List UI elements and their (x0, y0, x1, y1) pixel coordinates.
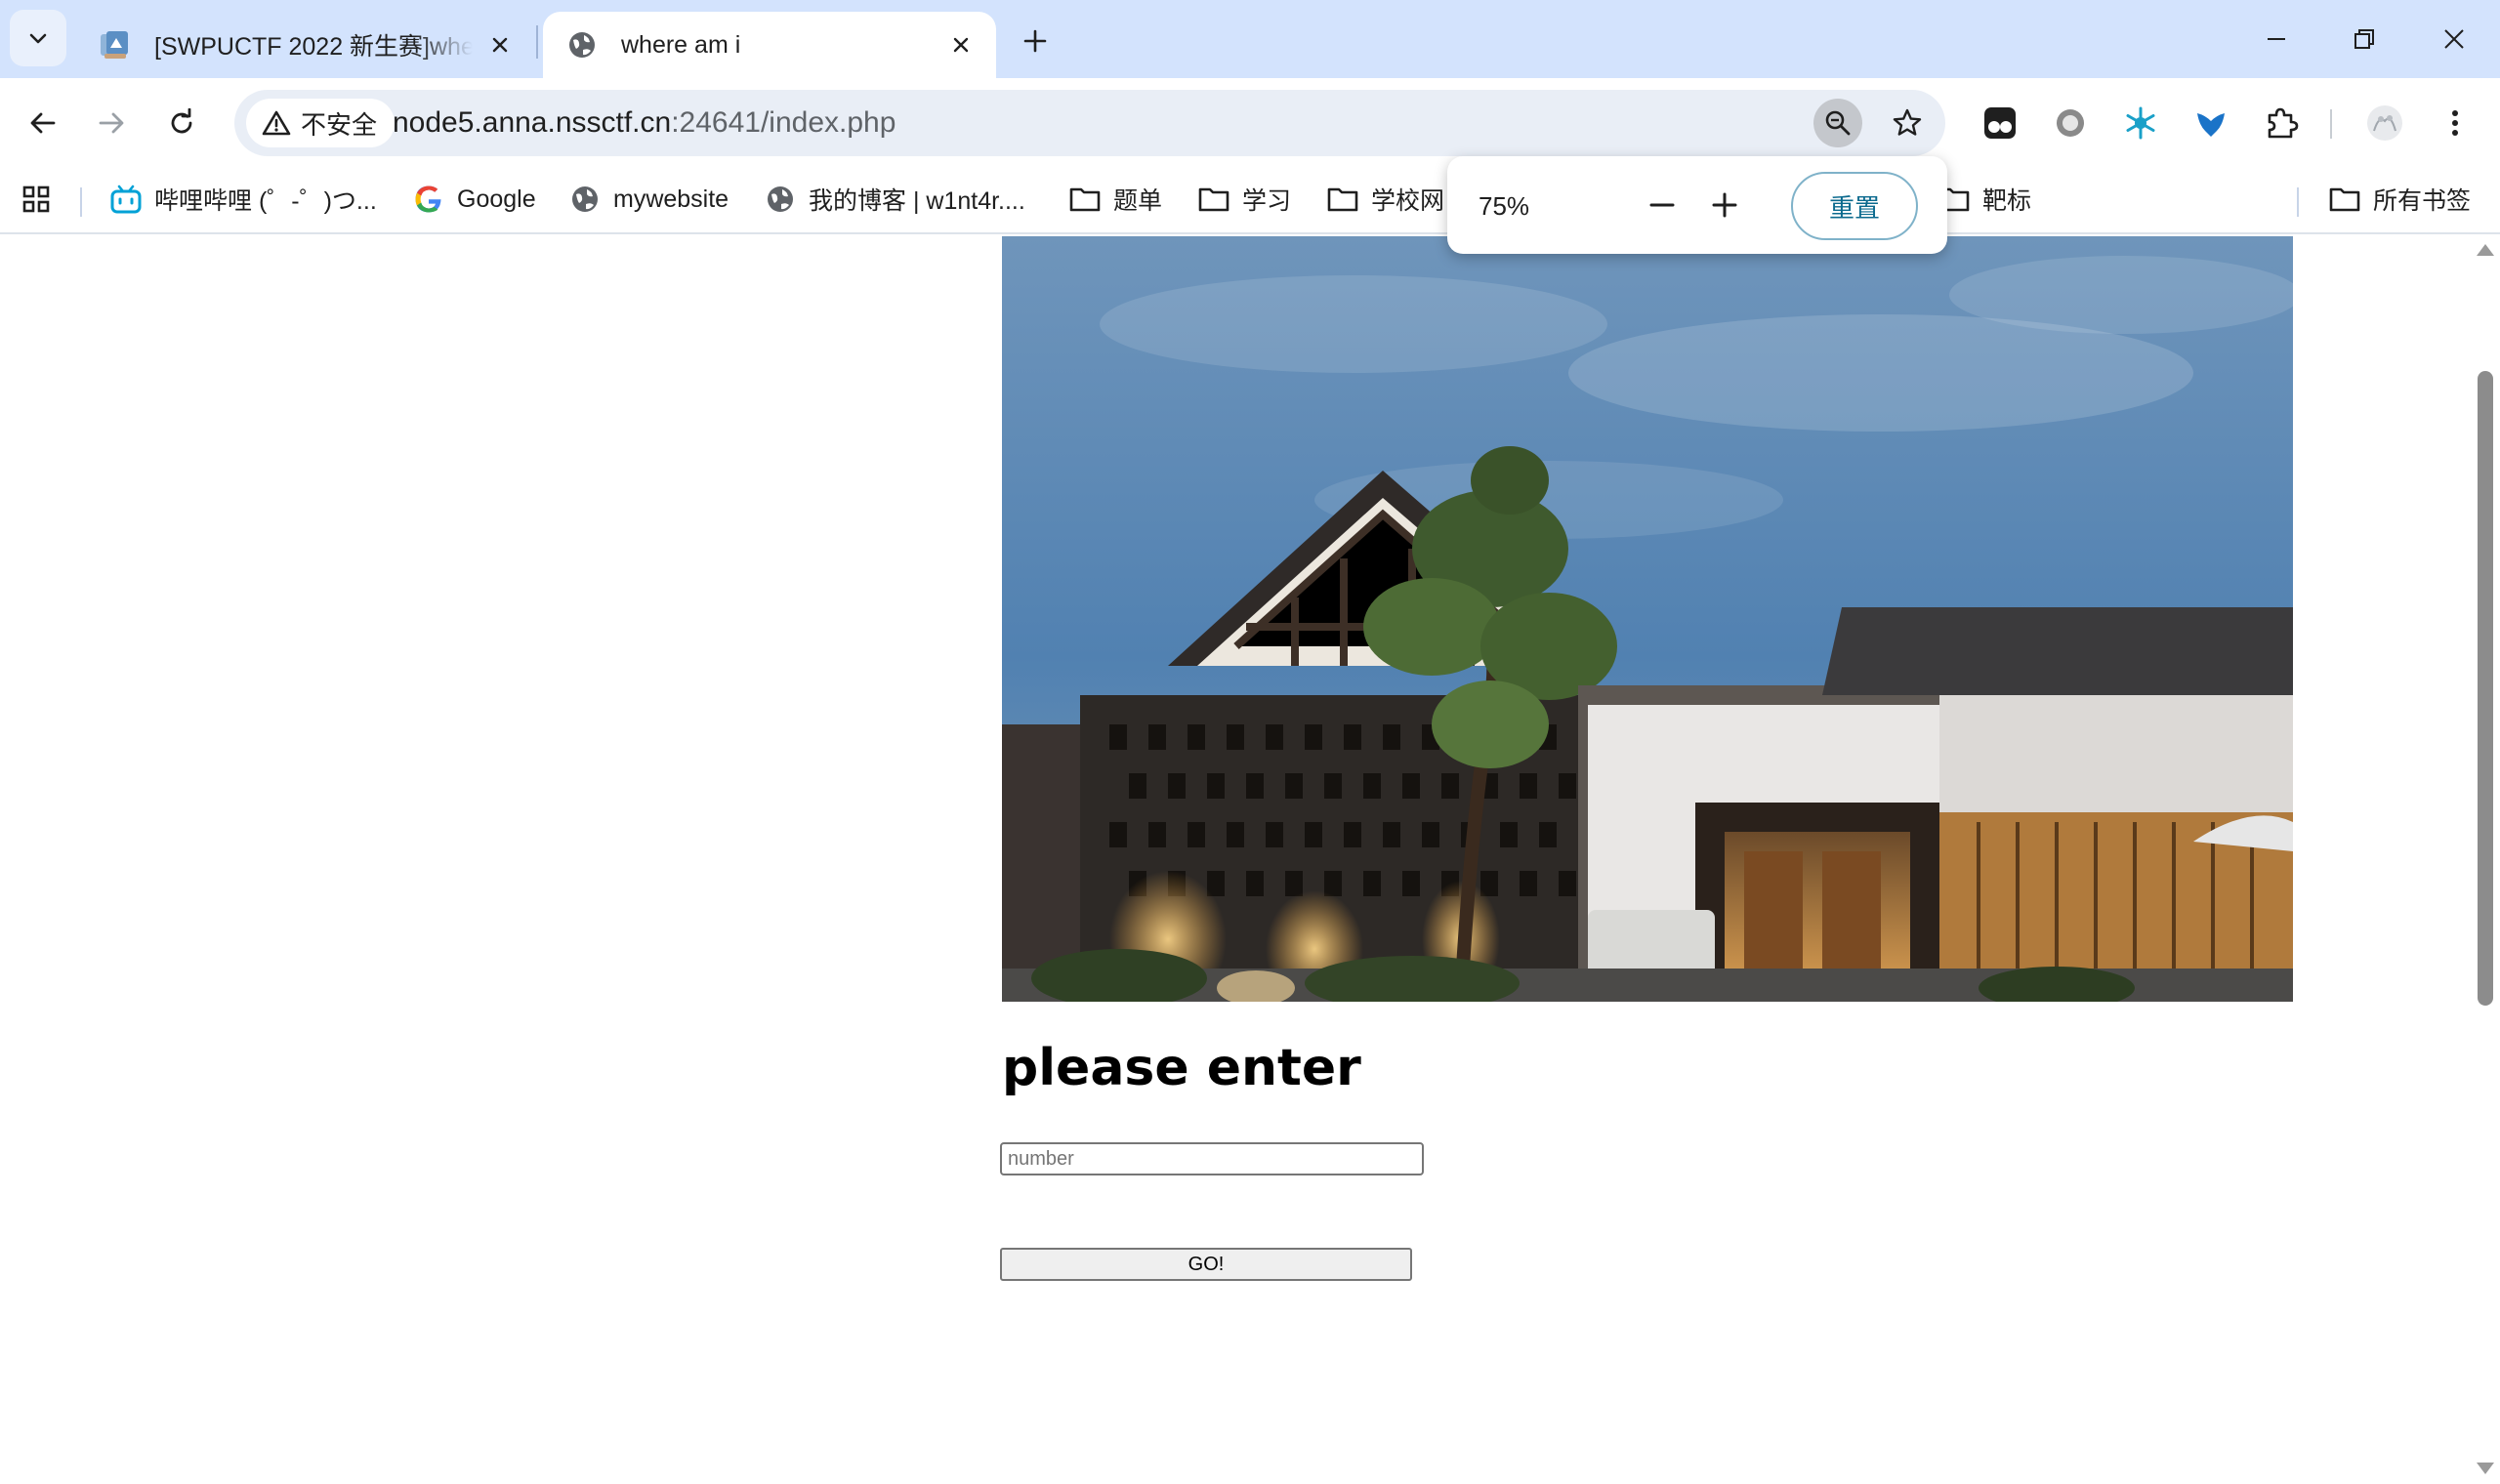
extension-tampermonkey[interactable] (1975, 98, 2025, 148)
extension-snowflake[interactable] (2115, 98, 2166, 148)
zoom-in-button[interactable] (1699, 180, 1750, 230)
chevron-down-icon (29, 33, 47, 44)
restore-icon (2354, 29, 2374, 49)
minimize-icon (2268, 38, 2285, 40)
circle-extension-icon (2057, 109, 2084, 137)
scroll-down-arrow-icon[interactable] (2477, 1463, 2494, 1474)
number-input[interactable] (1000, 1142, 1424, 1175)
extension-blue-bird[interactable] (2186, 98, 2236, 148)
restore-button[interactable] (2330, 12, 2398, 66)
snowflake-icon (2126, 106, 2155, 140)
globe-icon (568, 183, 602, 216)
apps-grid-icon (20, 183, 53, 216)
arrow-left-icon (30, 112, 56, 134)
bookmark-label: 学习 (1242, 187, 1292, 215)
tab-title: [SWPUCTF 2022 新生赛]where am i (154, 33, 473, 61)
folder-icon (2328, 183, 2361, 216)
profile-avatar[interactable] (2359, 98, 2410, 148)
apps-button[interactable] (20, 178, 64, 221)
scrollbar-thumb[interactable] (2478, 371, 2493, 1006)
bird-icon (2197, 113, 2225, 137)
bookmark-blog[interactable]: 我的博客 | w1nt4r.... (764, 178, 1025, 221)
toolbar-divider (2330, 109, 2332, 139)
nssctf-icon (98, 27, 133, 62)
zoom-out-icon (1825, 110, 1851, 136)
google-icon (412, 183, 445, 216)
bookmark-folder-xuexi[interactable]: 学习 (1197, 178, 1291, 221)
bookmark-label: 哔哩哔哩 (゜-゜)つ... (154, 187, 377, 215)
bookmark-folder-babiao[interactable]: 靶标 (1938, 178, 2031, 221)
bookmarks-bar: 哔哩哔哩 (゜-゜)つ... Google mywebsite 我的博客 | w… (0, 168, 2500, 234)
go-button[interactable]: GO! (1000, 1248, 1412, 1281)
new-tab-button[interactable] (1012, 18, 1059, 64)
extensions-button[interactable] (2256, 98, 2307, 148)
more-vert-icon (2452, 110, 2458, 136)
close-icon[interactable] (945, 29, 977, 61)
bookmark-bilibili[interactable]: 哔哩哔哩 (゜-゜)つ... (109, 178, 377, 221)
toolbar: 不安全 node5.anna.nssctf.cn:24641/index.php (0, 78, 2500, 168)
tab-search-button[interactable] (10, 10, 66, 66)
security-label: 不安全 (301, 109, 378, 140)
bookmark-label: 题单 (1113, 187, 1163, 215)
all-bookmarks-label: 所有书签 (2373, 187, 2472, 215)
forward-button[interactable] (84, 96, 139, 150)
zoom-percent: 75% (1479, 191, 1530, 221)
bookmark-star-button[interactable] (1883, 99, 1932, 147)
extension-circle[interactable] (2045, 98, 2096, 148)
puzzle-icon (2268, 107, 2299, 139)
close-icon (2444, 29, 2464, 49)
arrow-right-icon (99, 112, 124, 134)
bookmark-label: 学校网 (1371, 187, 1445, 215)
url-host: node5.anna.nssctf.cn (393, 106, 672, 139)
warning-icon (262, 109, 291, 137)
close-window-button[interactable] (2420, 12, 2488, 66)
bookmark-label: Google (457, 185, 536, 213)
zoom-out-button[interactable] (1637, 180, 1688, 230)
bookmark-google[interactable]: Google (412, 178, 536, 221)
plus-icon (1023, 29, 1047, 53)
all-bookmarks-button[interactable]: 所有书签 (2328, 178, 2471, 221)
url-path: :24641/index.php (671, 106, 896, 139)
security-chip[interactable]: 不安全 (246, 99, 396, 147)
folder-icon (1068, 183, 1102, 216)
zoom-popup: 75% 重置 (1447, 156, 1947, 254)
avatar-icon (2367, 105, 2402, 141)
folder-icon (1197, 183, 1230, 216)
bookmark-folder-xuexiaowang[interactable]: 学校网 (1326, 178, 1444, 221)
bookmark-folder-tidan[interactable]: 题单 (1068, 178, 1162, 221)
page-heading: please enter (1002, 1039, 1361, 1097)
bookmark-separator (2297, 187, 2299, 217)
folder-icon (1326, 183, 1359, 216)
minus-icon (1649, 203, 1675, 207)
minimize-button[interactable] (2242, 12, 2311, 66)
plus-icon (1712, 192, 1737, 218)
hero-image (1002, 236, 2293, 1002)
address-bar[interactable]: 不安全 node5.anna.nssctf.cn:24641/index.php (234, 90, 1945, 156)
bookmark-separator (80, 187, 82, 217)
tab-swpuctf[interactable]: [SWPUCTF 2022 新生赛]where am i (76, 12, 535, 78)
tab-title: where am i (621, 30, 741, 59)
bookmark-label: 靶标 (1982, 187, 2032, 215)
page-viewport: please enter GO! (0, 236, 2500, 1484)
reload-button[interactable] (154, 96, 209, 150)
tab-where-am-i[interactable]: where am i (543, 12, 996, 78)
bookmark-mywebsite[interactable]: mywebsite (568, 178, 729, 221)
globe-icon (564, 27, 600, 62)
menu-button[interactable] (2430, 98, 2480, 148)
zoom-button[interactable] (1813, 99, 1862, 147)
bookmark-label: mywebsite (613, 185, 729, 213)
scroll-up-arrow-icon[interactable] (2477, 244, 2494, 256)
star-icon (1893, 108, 1922, 136)
tampermonkey-icon (1984, 107, 2016, 139)
tab-separator (536, 25, 538, 59)
bilibili-icon (109, 183, 143, 216)
bookmark-label: 我的博客 | w1nt4r.... (809, 187, 1025, 215)
tab-strip: [SWPUCTF 2022 新生赛]where am i where am i (0, 0, 2500, 78)
back-button[interactable] (16, 96, 70, 150)
zoom-reset-button[interactable]: 重置 (1791, 172, 1918, 240)
url-text[interactable]: node5.anna.nssctf.cn:24641/index.php (393, 106, 896, 140)
reload-icon (171, 108, 192, 134)
globe-icon (764, 183, 797, 216)
close-icon[interactable] (484, 29, 516, 61)
